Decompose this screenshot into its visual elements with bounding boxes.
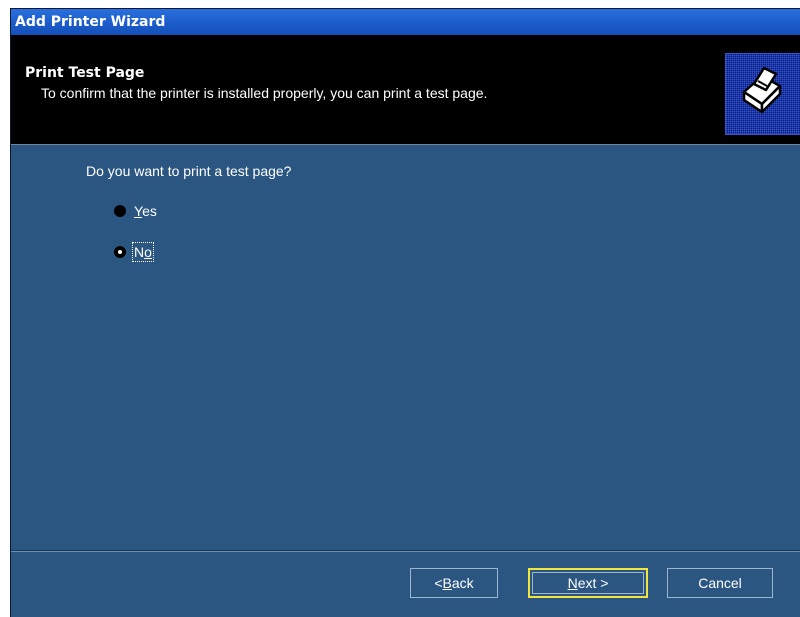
window-title: Add Printer Wizard bbox=[15, 14, 166, 30]
back-button[interactable]: < Back bbox=[410, 568, 498, 598]
printer-icon bbox=[725, 53, 800, 135]
window-titlebar[interactable]: Add Printer Wizard bbox=[11, 9, 800, 35]
test-page-question: Do you want to print a test page? bbox=[86, 163, 292, 179]
header-title: Print Test Page bbox=[25, 65, 145, 81]
radio-button-no[interactable] bbox=[114, 246, 126, 258]
radio-label-no[interactable]: No bbox=[132, 242, 154, 262]
radio-button-yes[interactable] bbox=[114, 205, 126, 217]
next-button-face[interactable]: Next > bbox=[532, 572, 644, 594]
header-subtitle: To confirm that the printer is installed… bbox=[41, 85, 488, 101]
footer-separator bbox=[11, 550, 800, 552]
radio-option-yes[interactable]: Yes bbox=[114, 201, 157, 221]
radio-label-yes[interactable]: Yes bbox=[134, 203, 157, 219]
radio-option-no[interactable]: No bbox=[114, 242, 154, 262]
wizard-header: Print Test Page To confirm that the prin… bbox=[11, 35, 800, 145]
cancel-button[interactable]: Cancel bbox=[667, 568, 773, 598]
add-printer-wizard-window: Add Printer Wizard Print Test Page To co… bbox=[10, 8, 800, 617]
next-button[interactable]: Next > bbox=[528, 568, 648, 598]
